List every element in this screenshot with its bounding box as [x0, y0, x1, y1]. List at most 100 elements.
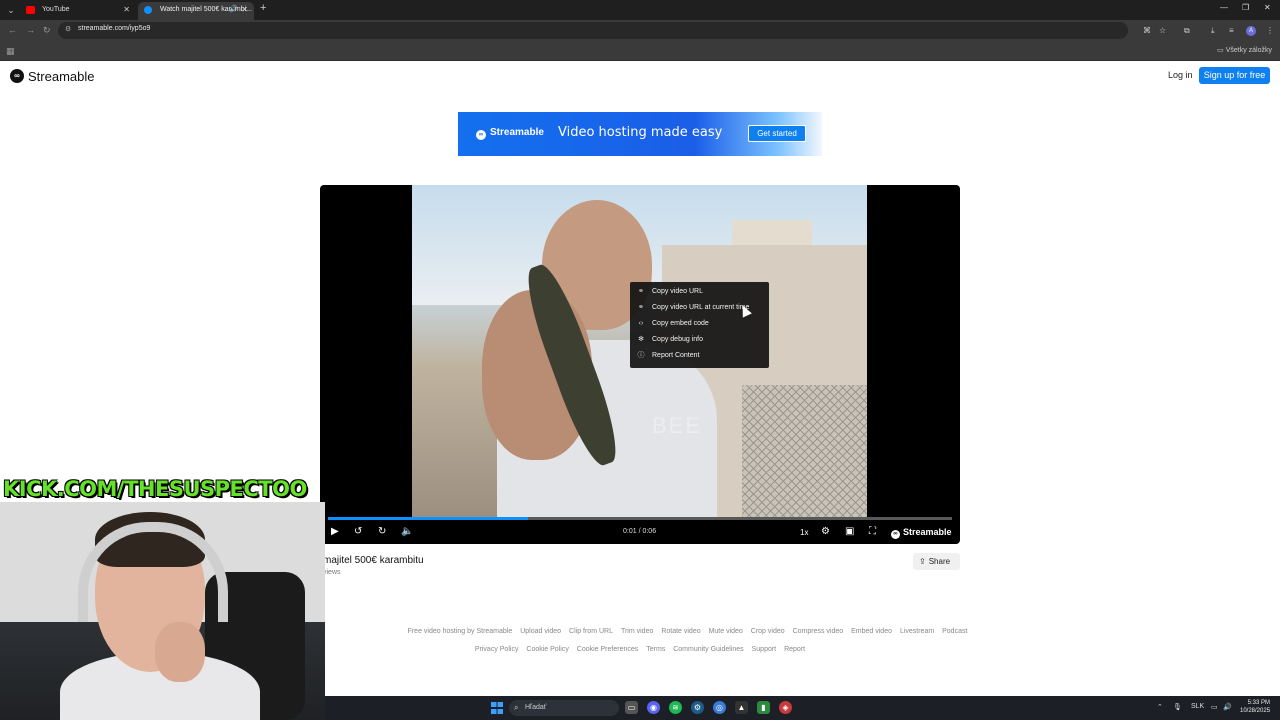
tray-expand-icon[interactable]: ⌃: [1157, 703, 1163, 711]
play-icon[interactable]: ▶: [331, 526, 339, 537]
tab-youtube[interactable]: YouTube ✕: [20, 2, 136, 20]
code-icon: ‹›: [638, 320, 644, 327]
language-indicator[interactable]: SLK: [1191, 703, 1204, 710]
player-brand-link[interactable]: ∞ Streamable: [891, 527, 952, 539]
copy-video-url-item[interactable]: ⚭ Copy video URL: [630, 284, 769, 300]
seek-progress: [328, 517, 528, 520]
apps-grid-icon[interactable]: ▦: [6, 46, 15, 57]
share-icon: ⇪: [919, 557, 926, 566]
signup-button[interactable]: Sign up for free: [1199, 67, 1270, 84]
webcam-overlay: [0, 502, 325, 720]
restore-icon[interactable]: ❐: [1242, 3, 1249, 12]
close-tab-icon[interactable]: ✕: [241, 2, 248, 18]
share-button[interactable]: ⇪ Share: [913, 553, 960, 570]
footer-link[interactable]: Report: [784, 646, 805, 653]
browser-menu-icon[interactable]: ⋮: [1266, 26, 1274, 35]
speaker-icon[interactable]: 🔊: [1223, 703, 1232, 711]
footer-link[interactable]: Mute video: [709, 628, 743, 635]
footer-link[interactable]: Rotate video: [661, 628, 700, 635]
network-icon[interactable]: ▭: [1211, 703, 1218, 711]
spotify-icon[interactable]: ≋: [669, 701, 682, 714]
copy-debug-info-item[interactable]: ✻ Copy debug info: [630, 332, 769, 348]
context-menu-label: Copy embed code: [652, 320, 709, 327]
promo-banner[interactable]: ∞ Streamable Video hosting made easy Get …: [458, 112, 822, 156]
kick-channel-overlay: KICK.COM/THESUSPECTOO: [3, 477, 307, 501]
footer-link[interactable]: Community Guidelines: [673, 646, 743, 653]
site-logo[interactable]: ∞ Streamable: [10, 68, 94, 84]
app-icon[interactable]: ▲: [735, 701, 748, 714]
all-bookmarks-label: Všetky záložky: [1225, 47, 1272, 54]
footer-link[interactable]: Clip from URL: [569, 628, 613, 635]
rewind-icon[interactable]: ↺: [354, 526, 362, 537]
context-menu-label: Copy video URL: [652, 288, 703, 295]
steam-icon[interactable]: ⚙: [691, 701, 704, 714]
windows-start-icon[interactable]: [491, 702, 503, 714]
playback-speed-button[interactable]: 1x: [800, 528, 808, 537]
reload-icon[interactable]: ↻: [43, 25, 51, 36]
footer-link[interactable]: Privacy Policy: [475, 646, 519, 653]
login-link[interactable]: Log in: [1168, 70, 1193, 80]
footer-link[interactable]: Upload video: [520, 628, 561, 635]
footer-link[interactable]: Embed video: [851, 628, 892, 635]
fullscreen-icon[interactable]: ⛶: [869, 526, 876, 537]
footer-link[interactable]: Cookie Policy: [526, 646, 568, 653]
footer-link[interactable]: Livestream: [900, 628, 934, 635]
system-clock[interactable]: 5:33 PM 10/28/2025: [1240, 699, 1270, 715]
footer-link[interactable]: Compress video: [793, 628, 844, 635]
close-tab-icon[interactable]: ✕: [123, 2, 130, 18]
footer-link[interactable]: Free video hosting by Streamable: [408, 628, 513, 635]
player-context-menu: ⚭ Copy video URL ⚭ Copy video URL at cur…: [630, 282, 769, 368]
tab-streamable[interactable]: Watch majitel 500€ karambi... 🔊 ✕: [138, 2, 254, 20]
volume-icon[interactable]: 🔈: [401, 526, 413, 537]
get-started-button[interactable]: Get started: [748, 125, 806, 142]
app-icon[interactable]: ▮: [757, 701, 770, 714]
omnibox[interactable]: ⚙ streamable.com/iyp5o9: [58, 22, 1128, 39]
profile-avatar[interactable]: A: [1246, 26, 1256, 36]
new-tab-button[interactable]: +: [260, 2, 266, 14]
extensions-icon[interactable]: ⧉: [1184, 26, 1190, 36]
footer-link[interactable]: Podcast: [942, 628, 967, 635]
copy-embed-code-item[interactable]: ‹› Copy embed code: [630, 316, 769, 332]
bookmark-star-icon[interactable]: ☆: [1159, 26, 1166, 35]
search-icon: ⌕: [514, 703, 519, 712]
link-icon: ⚭: [638, 288, 644, 295]
app-icon[interactable]: ◈: [779, 701, 792, 714]
microphone-icon[interactable]: 🎙: [1173, 703, 1182, 711]
tab-title: YouTube: [42, 6, 70, 13]
clock-time: 5:33 PM: [1247, 700, 1271, 706]
site-logo-text: Streamable: [28, 68, 95, 84]
chrome-icon[interactable]: ◎: [713, 701, 726, 714]
window-close-icon[interactable]: ✕: [1264, 3, 1271, 12]
tab-audio-icon[interactable]: 🔊: [229, 2, 238, 18]
media-control-icon[interactable]: ≡: [1229, 26, 1234, 35]
footer-link[interactable]: Crop video: [751, 628, 785, 635]
tab-search-icon[interactable]: ⌄: [4, 3, 18, 17]
forward-icon[interactable]: →: [26, 25, 35, 35]
picture-in-picture-icon[interactable]: ▣: [845, 526, 854, 537]
minimize-icon[interactable]: —: [1220, 3, 1228, 12]
discord-icon[interactable]: ◉: [647, 701, 660, 714]
taskbar: ⌕ Hľadať ▭ ◉ ≋ ⚙ ◎ ▲ ▮ ◈ ⌃ 🎙 SLK ▭ 🔊 5:3…: [325, 696, 1280, 720]
video-frame[interactable]: BEE ⚭ Copy video URL ⚭ Copy video URL at…: [412, 185, 867, 517]
player-controls: ▶ ↺ ↻ 🔈 0:01 / 0:06 1x ⚙ ▣ ⛶ ∞ Streamable: [320, 523, 960, 543]
all-bookmarks-button[interactable]: ▭ Všetky záložky: [1217, 46, 1272, 54]
back-icon[interactable]: ←: [8, 25, 17, 35]
browser-tab-strip: ⌄ YouTube ✕ Watch majitel 500€ karambi..…: [0, 0, 1280, 20]
site-info-icon[interactable]: ⚙: [65, 25, 71, 33]
report-content-item[interactable]: ⓘ Report Content: [630, 348, 769, 364]
footer-link[interactable]: Terms: [646, 646, 665, 653]
settings-gear-icon[interactable]: ⚙: [821, 526, 830, 537]
url-text: streamable.com/iyp5o9: [78, 25, 151, 32]
footer-link[interactable]: Trim video: [621, 628, 653, 635]
player-brand-text: Streamable: [903, 527, 952, 537]
taskbar-search[interactable]: ⌕ Hľadať: [509, 700, 619, 716]
seek-bar[interactable]: [328, 517, 952, 520]
downloads-icon[interactable]: ⤓: [1211, 26, 1215, 36]
task-view-icon[interactable]: ▭: [625, 701, 638, 714]
footer-link[interactable]: Cookie Preferences: [577, 646, 638, 653]
youtube-favicon-icon: [26, 6, 35, 14]
video-player[interactable]: BEE ⚭ Copy video URL ⚭ Copy video URL at…: [320, 185, 960, 544]
footer-link[interactable]: Support: [752, 646, 777, 653]
forward-skip-icon[interactable]: ↻: [378, 526, 386, 537]
translate-icon[interactable]: ⌘: [1143, 26, 1151, 35]
